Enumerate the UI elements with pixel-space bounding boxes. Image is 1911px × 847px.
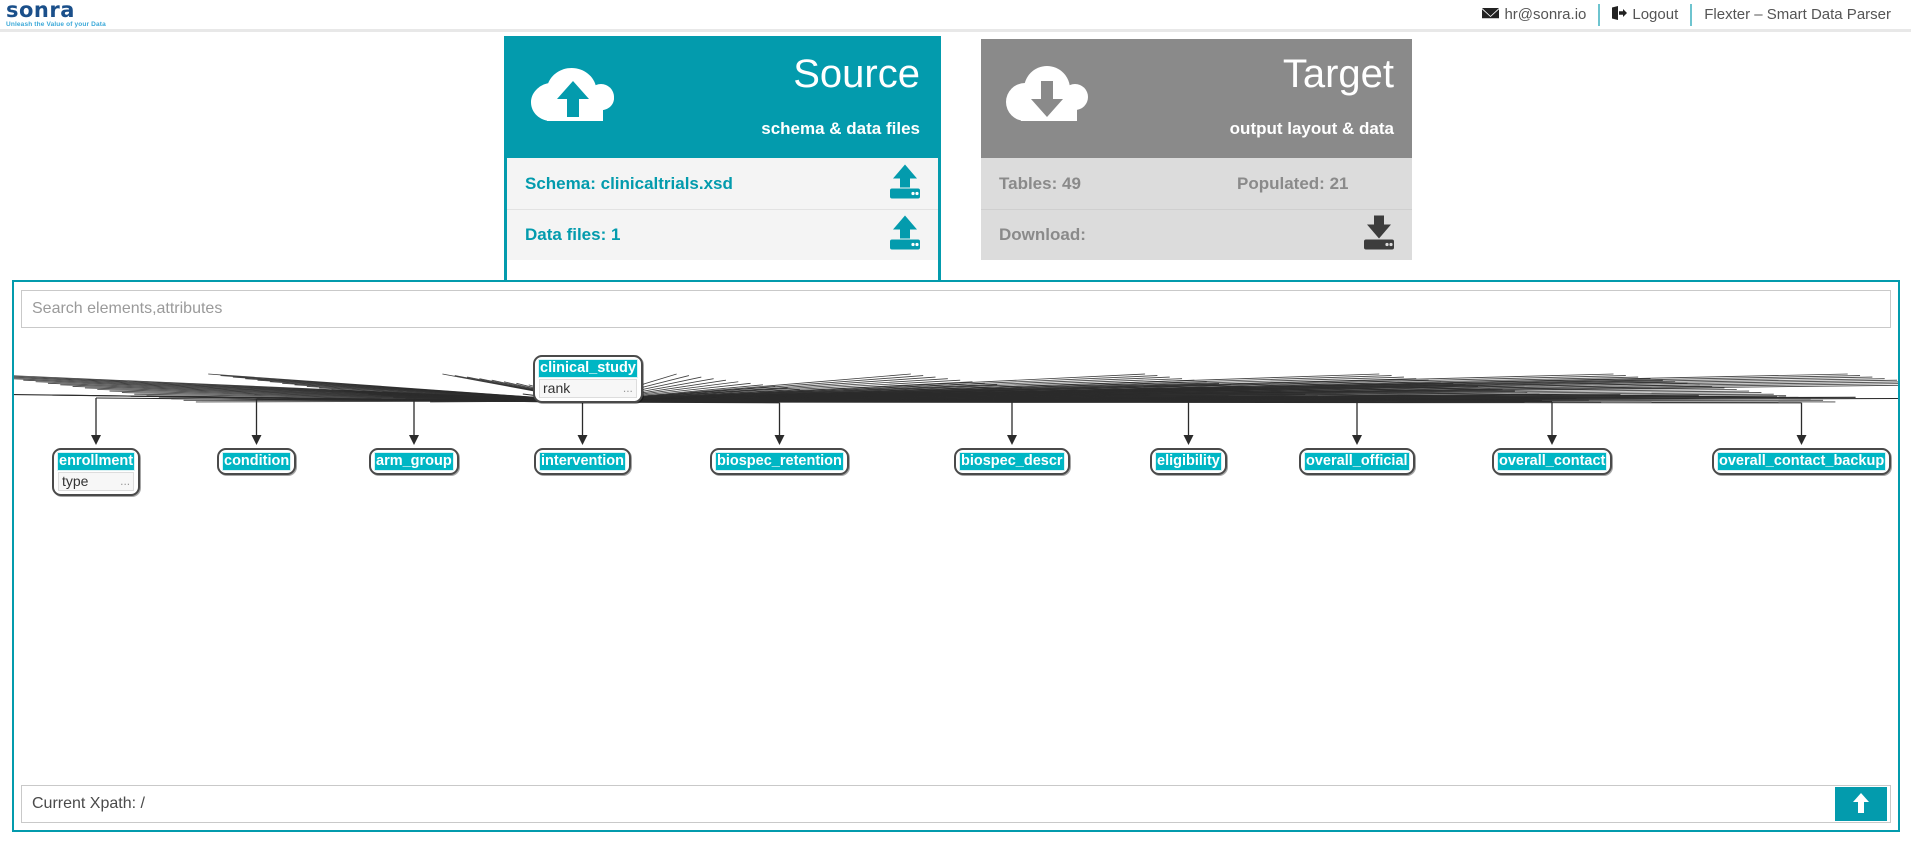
node-label: overall_official (1304, 452, 1410, 471)
node-label: intervention (539, 452, 626, 471)
source-schema-value: clinicaltrials.xsd (600, 173, 733, 193)
node-label: condition (221, 452, 292, 471)
xpath-bar (21, 785, 1891, 823)
source-datafiles-row[interactable]: Data files: 1 (507, 209, 938, 260)
node-attribute-row[interactable]: rank... (539, 379, 637, 398)
tree-node-eligibility[interactable]: eligibility (1150, 448, 1227, 475)
node-attribute-value: ... (622, 381, 633, 395)
source-datafiles-label: Data files: (525, 225, 607, 244)
target-populated-group: Populated: 21 (1237, 174, 1349, 194)
target-card-title: Target (1282, 52, 1394, 96)
node-label: biospec_descr (959, 452, 1065, 471)
schema-tree-canvas[interactable]: clinical_study rank... enrollment type... co… (14, 328, 1898, 788)
source-card-title: Source (793, 52, 920, 96)
envelope-icon (1482, 7, 1500, 23)
target-card-subtitle: output layout & data (1229, 119, 1394, 138)
target-card-rows: Tables: 49 Populated: 21 Download: (978, 158, 1415, 263)
target-card-header: Target output layout & data (978, 36, 1415, 158)
cloud-download-icon (1001, 57, 1097, 130)
account-email[interactable]: hr@sonra.io (1470, 4, 1598, 26)
logout-label: Logout (1632, 6, 1679, 23)
upload-icon-schema[interactable] (886, 163, 924, 204)
node-label: clinical_study (538, 359, 638, 378)
account-email-label: hr@sonra.io (1504, 6, 1587, 23)
node-label: enrollment (56, 452, 136, 471)
source-card-header: Source schema & data files (504, 36, 941, 158)
top-bar: sonra Unleash the Value of your Data hr@… (0, 0, 1911, 32)
sign-out-icon (1612, 6, 1628, 23)
tree-node-biospec_descr[interactable]: biospec_descr (954, 448, 1070, 475)
upload-arrow-icon (1850, 791, 1872, 818)
tree-node-enrollment[interactable]: enrollment type... (52, 448, 141, 496)
target-tables-value: 49 (1062, 173, 1081, 193)
source-schema-row[interactable]: Schema: clinicaltrials.xsd (507, 158, 938, 209)
top-bar-right: hr@sonra.io Logout Flexter – Smart Data … (1470, 0, 1903, 29)
search-input[interactable] (21, 290, 1891, 328)
explorer-panel: clinical_studyrank...enrollmenttype...co… (12, 280, 1900, 832)
node-attribute-name: type (62, 473, 89, 489)
tree-node-overall_official[interactable]: overall_official (1299, 448, 1415, 475)
xpath-input[interactable] (21, 785, 1891, 823)
tree-node-root[interactable]: clinical_study rank... (533, 355, 643, 403)
node-attribute-row[interactable]: type... (58, 472, 135, 491)
xpath-submit-button[interactable] (1835, 787, 1887, 821)
target-populated-value: 21 (1329, 173, 1349, 193)
cloud-upload-icon (527, 57, 623, 130)
tree-edges (14, 373, 1898, 445)
search-bar (14, 282, 1898, 328)
source-card: Source schema & data files Schema: clini… (504, 36, 941, 284)
target-download-row[interactable]: Download: (981, 209, 1412, 260)
logo-tagline: Unleash the Value of your Data (6, 21, 106, 28)
tree-node-overall_contact_backup[interactable]: overall_contact_backup (1712, 448, 1892, 475)
target-tables-row: Tables: 49 Populated: 21 (981, 158, 1412, 209)
node-label: biospec_retention (715, 452, 844, 471)
source-card-subtitle: schema & data files (761, 119, 920, 138)
upload-icon-datafiles[interactable] (886, 215, 924, 256)
tree-node-biospec_retention[interactable]: biospec_retention (710, 448, 849, 475)
target-tables-label: Tables: (999, 173, 1058, 193)
tree-node-arm_group[interactable]: arm_group (369, 448, 459, 475)
product-name: Flexter – Smart Data Parser (1692, 4, 1903, 26)
tree-node-condition[interactable]: condition (217, 448, 297, 475)
source-schema-label: Schema: (525, 173, 596, 193)
cards-row: Source schema & data files Schema: clini… (0, 36, 1911, 284)
node-label: overall_contact (1496, 452, 1608, 471)
target-populated-label: Populated: (1237, 173, 1325, 193)
tree-node-overall_contact[interactable]: overall_contact (1492, 448, 1613, 475)
sonra-logo[interactable]: sonra Unleash the Value of your Data (6, 0, 116, 29)
node-attribute-value: ... (120, 474, 131, 488)
target-download-label: Download: (999, 225, 1086, 244)
tree-node-intervention[interactable]: intervention (534, 448, 631, 475)
download-icon[interactable] (1360, 215, 1398, 256)
source-card-rows: Schema: clinicaltrials.xsd Data files: 1 (504, 158, 941, 260)
logout-button[interactable]: Logout (1600, 4, 1690, 26)
product-name-label: Flexter – Smart Data Parser (1704, 6, 1891, 23)
source-datafiles-value: 1 (610, 225, 621, 244)
logo-wordmark: sonra (6, 0, 75, 22)
node-label: eligibility (1155, 452, 1222, 471)
node-label: arm_group (374, 452, 454, 471)
node-label: overall_contact_backup (1716, 452, 1887, 471)
node-attribute-name: rank (543, 380, 571, 396)
target-card: Target output layout & data Tables: 49 P… (978, 36, 1415, 263)
